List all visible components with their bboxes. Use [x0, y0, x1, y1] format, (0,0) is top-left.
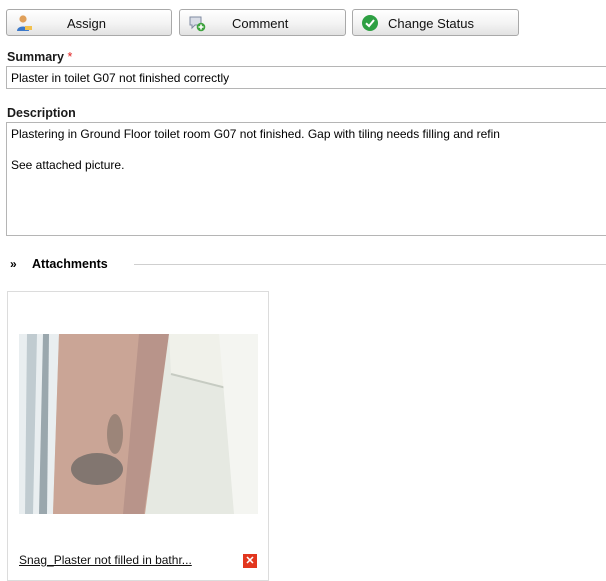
comment-label: Comment: [232, 16, 289, 31]
attachment-filename-link[interactable]: Snag_Plaster not filled in bathr...: [19, 553, 192, 567]
description-line-2: See attached picture.: [11, 158, 125, 172]
assign-user-icon: [17, 15, 32, 31]
summary-label-text: Summary: [7, 50, 64, 64]
attachments-divider: [134, 264, 606, 265]
description-line-1: Plastering in Ground Floor toilet room G…: [11, 127, 500, 141]
attachments-title: Attachments: [32, 257, 108, 271]
comment-button[interactable]: Comment: [179, 9, 346, 36]
assign-button[interactable]: Assign: [6, 9, 172, 36]
attachment-card: Snag_Plaster not filled in bathr... ✕: [7, 291, 269, 581]
checkmark-status-icon: [362, 15, 378, 31]
delete-x-icon[interactable]: ✕: [243, 554, 257, 568]
description-field[interactable]: Plastering in Ground Floor toilet room G…: [6, 122, 606, 236]
required-mark: *: [67, 50, 73, 64]
description-label: Description: [7, 106, 76, 120]
change-status-label: Change Status: [388, 16, 475, 31]
change-status-button[interactable]: Change Status: [352, 9, 519, 36]
add-comment-icon: [189, 16, 206, 32]
double-chevron-down-icon[interactable]: »: [10, 257, 17, 271]
summary-value: Plaster in toilet G07 not finished corre…: [11, 71, 230, 85]
attachment-thumbnail[interactable]: [19, 334, 258, 514]
assign-label: Assign: [67, 16, 107, 31]
summary-field[interactable]: Plaster in toilet G07 not finished corre…: [6, 66, 606, 89]
summary-label: Summary *: [7, 50, 72, 64]
